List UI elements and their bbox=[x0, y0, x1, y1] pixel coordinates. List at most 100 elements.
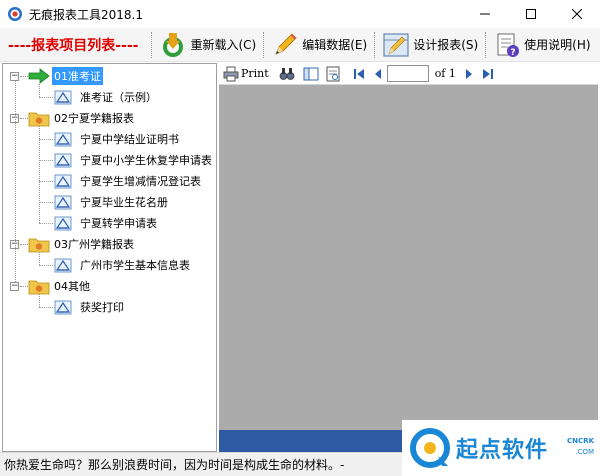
tree-report-label: 宁夏转学申请表 bbox=[80, 217, 157, 230]
print-label: Print bbox=[241, 67, 269, 80]
watermark-domain: .COM bbox=[575, 448, 594, 456]
tree-connector bbox=[20, 118, 28, 119]
tree-report-item[interactable]: 广州市学生基本信息表 bbox=[54, 255, 192, 275]
tree-report-label: 宁夏毕业生花名册 bbox=[80, 196, 168, 209]
toolbar-separator bbox=[485, 31, 487, 58]
tree-report-item[interactable]: 宁夏中学结业证明书 bbox=[54, 129, 181, 149]
report-list-title: ----报表项目列表---- bbox=[8, 37, 139, 54]
tree-connector bbox=[39, 202, 53, 203]
help-button[interactable]: ? 使用说明(H) bbox=[489, 30, 594, 60]
report-viewer: Print of 1 bbox=[219, 63, 598, 452]
tree-connector bbox=[39, 307, 53, 308]
reload-label: 重新载入(C) bbox=[190, 38, 257, 52]
tree-report-item[interactable]: 宁夏中小学生休复学申请表 bbox=[54, 150, 214, 170]
previous-page-icon bbox=[374, 68, 381, 79]
tree-connector bbox=[39, 252, 40, 265]
close-button[interactable] bbox=[554, 0, 600, 28]
window-title: 无痕报表工具2018.1 bbox=[29, 7, 143, 22]
tree-report-label: 准考证（示例） bbox=[80, 91, 157, 104]
page-count-label: of 1 bbox=[434, 67, 456, 80]
report-icon bbox=[54, 89, 72, 105]
tree-connector bbox=[20, 244, 28, 245]
tree-report-label: 宁夏中小学生休复学申请表 bbox=[80, 154, 212, 167]
tree-connector bbox=[39, 223, 53, 224]
report-icon bbox=[54, 299, 72, 315]
page-setup-icon bbox=[326, 66, 340, 81]
folder-icon bbox=[28, 277, 50, 295]
close-icon bbox=[572, 9, 582, 19]
report-icon bbox=[54, 173, 72, 189]
edit-data-button[interactable]: 编辑数据(E) bbox=[267, 30, 371, 60]
tree-group-node[interactable]: 03广州学籍报表 bbox=[28, 234, 136, 254]
tree-report-item[interactable]: 准考证（示例） bbox=[54, 87, 159, 107]
help-document-icon: ? bbox=[497, 33, 520, 58]
title-bar: 无痕报表工具2018.1 bbox=[0, 0, 600, 28]
report-icon bbox=[54, 194, 72, 210]
tree-report-item[interactable]: 宁夏转学申请表 bbox=[54, 213, 159, 233]
tree-report-item[interactable]: 宁夏毕业生花名册 bbox=[54, 192, 170, 212]
folder-icon bbox=[28, 109, 50, 127]
pencil-icon bbox=[275, 32, 297, 55]
watermark-brand: 起点软件 bbox=[456, 438, 549, 463]
design-report-button[interactable]: 设计报表(S) bbox=[378, 30, 482, 60]
tree-connector bbox=[39, 139, 53, 140]
tree-connector bbox=[39, 84, 40, 97]
previous-page-button[interactable] bbox=[373, 65, 383, 83]
binoculars-icon bbox=[279, 67, 295, 80]
tree-expander[interactable]: − bbox=[10, 72, 19, 81]
report-tree[interactable]: − 01准考证准考证（示例） − 02宁夏学籍报表宁夏中学结业证明书宁夏中小学生休复学… bbox=[2, 63, 217, 452]
tree-connector bbox=[39, 181, 53, 182]
reload-button[interactable]: 重新载入(C) bbox=[155, 30, 260, 60]
report-preview-area[interactable] bbox=[219, 85, 598, 430]
tree-group-node[interactable]: 02宁夏学籍报表 bbox=[28, 108, 136, 128]
toolbar-separator bbox=[374, 31, 376, 58]
tree-group-label: 01准考证 bbox=[52, 67, 103, 85]
outline-view-icon bbox=[303, 67, 319, 80]
tree-group-node[interactable]: 01准考证 bbox=[28, 66, 103, 86]
tree-report-item[interactable]: 宁夏学生增减情况登记表 bbox=[54, 171, 203, 191]
svg-text:?: ? bbox=[511, 48, 516, 58]
tree-group-label: 04其他 bbox=[54, 280, 90, 293]
page-number-input[interactable] bbox=[386, 65, 429, 82]
page-setup-button[interactable] bbox=[325, 65, 341, 83]
toolbar-separator bbox=[263, 31, 265, 58]
tree-connector bbox=[20, 76, 28, 77]
tree-connector bbox=[39, 294, 40, 307]
report-icon bbox=[54, 257, 72, 273]
tree-group-label: 02宁夏学籍报表 bbox=[54, 112, 134, 125]
tree-report-label: 获奖打印 bbox=[80, 301, 124, 314]
help-label: 使用说明(H) bbox=[524, 38, 591, 52]
next-page-button[interactable] bbox=[464, 65, 474, 83]
tree-connector bbox=[20, 286, 28, 287]
maximize-icon bbox=[526, 9, 536, 19]
first-page-button[interactable] bbox=[353, 65, 365, 83]
status-text: 你热爱生命吗？那么别浪费时间，因为时间是构成生命的材料。- bbox=[4, 458, 345, 472]
tree-expander[interactable]: − bbox=[10, 282, 19, 291]
last-page-button[interactable] bbox=[482, 65, 494, 83]
tree-connector bbox=[15, 81, 16, 282]
toolbar-separator bbox=[151, 31, 153, 58]
watermark-tag: CNCRK bbox=[567, 437, 594, 445]
report-icon bbox=[54, 152, 72, 168]
last-page-icon bbox=[482, 68, 493, 79]
tree-group-node[interactable]: 04其他 bbox=[28, 276, 92, 296]
next-page-icon bbox=[465, 68, 472, 79]
tree-connector bbox=[39, 160, 53, 161]
tree-report-label: 宁夏中学结业证明书 bbox=[80, 133, 179, 146]
edit-data-label: 编辑数据(E) bbox=[302, 38, 368, 52]
print-button[interactable]: Print bbox=[223, 65, 269, 83]
maximize-button[interactable] bbox=[508, 0, 554, 28]
report-icon bbox=[54, 131, 72, 147]
tree-report-item[interactable]: 获奖打印 bbox=[54, 297, 126, 317]
minimize-button[interactable] bbox=[462, 0, 508, 28]
design-ruler-icon bbox=[383, 33, 409, 56]
tree-report-label: 广州市学生基本信息表 bbox=[80, 259, 190, 272]
watermark-logo-icon bbox=[410, 428, 450, 468]
toc-button[interactable] bbox=[303, 65, 319, 83]
tree-connector bbox=[39, 265, 53, 266]
find-button[interactable] bbox=[279, 65, 295, 83]
viewer-toolbar: Print of 1 bbox=[219, 63, 598, 85]
printer-icon bbox=[223, 66, 239, 81]
folder-icon bbox=[28, 235, 50, 253]
tree-report-label: 宁夏学生增减情况登记表 bbox=[80, 175, 201, 188]
